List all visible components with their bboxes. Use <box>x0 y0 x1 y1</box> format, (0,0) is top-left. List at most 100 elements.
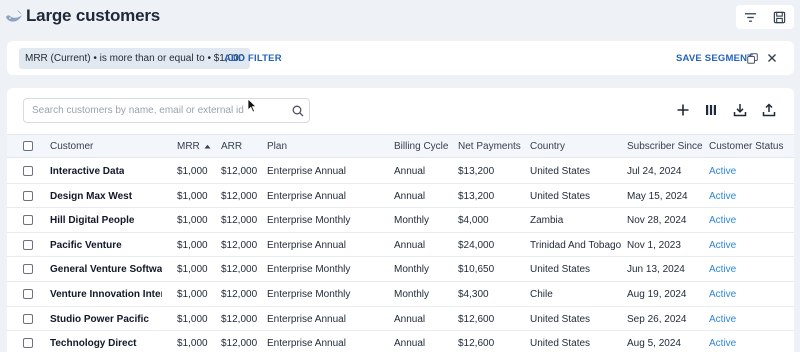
search-input[interactable] <box>24 99 284 122</box>
cell-customer[interactable]: Pacific Venture <box>50 240 122 251</box>
upload-icon <box>762 103 776 117</box>
page-header: Large customers <box>0 0 800 36</box>
col-net-payments[interactable]: Net Payments <box>458 141 521 152</box>
search-icon[interactable] <box>292 105 304 117</box>
page-title: Large customers <box>26 6 160 25</box>
col-mrr-label: MRR <box>177 141 200 152</box>
cell-customer[interactable]: Design Max West <box>50 191 132 202</box>
plus-icon <box>677 104 689 116</box>
upload-button[interactable] <box>757 98 781 122</box>
cell-billing-cycle: Monthly <box>394 215 430 227</box>
cell-country: Chile <box>530 289 553 300</box>
cell-billing-cycle: Monthly <box>394 264 430 276</box>
columns-icon <box>706 105 716 115</box>
row-checkbox[interactable] <box>23 215 33 226</box>
cell-country: Zambia <box>530 215 564 227</box>
col-country[interactable]: Country <box>530 141 565 152</box>
table-row[interactable]: Pacific Venture $1,000 $12,000 Enterprise A… <box>7 233 794 258</box>
header-actions <box>736 5 794 29</box>
cell-arr: $12,000 <box>221 239 258 251</box>
whale-logo-icon <box>6 10 22 22</box>
cell-mrr: $1,000 <box>177 166 208 177</box>
col-mrr[interactable]: MRR <box>177 141 211 152</box>
cell-plan: Enterprise Annual <box>267 313 346 325</box>
cell-net-payments: $10,650 <box>458 264 495 276</box>
cell-plan: Enterprise Annual <box>267 338 346 350</box>
row-checkbox[interactable] <box>23 264 33 275</box>
cell-country: United States <box>530 264 591 276</box>
add-filter-button[interactable]: ADD FILTER <box>224 53 282 64</box>
table-row[interactable]: Venture Innovation Inter... $1,000 $12,000… <box>7 282 794 307</box>
table-row[interactable]: Hill Digital People $1,000 $12,000 Enterpri… <box>7 208 794 233</box>
columns-button[interactable] <box>699 98 723 122</box>
close-icon[interactable] <box>767 53 777 63</box>
row-checkbox[interactable] <box>23 338 33 349</box>
cell-customer-status: Active <box>709 239 737 251</box>
cell-customer[interactable]: Studio Power Pacific <box>50 314 149 325</box>
save-disk-icon <box>773 11 786 23</box>
cell-mrr: $1,000 <box>177 313 208 325</box>
table-row[interactable]: Interactive Data $1,000 $12,000 Enterprise … <box>7 159 794 184</box>
table-row[interactable]: Studio Power Pacific $1,000 $12,000 Enterpr… <box>7 307 794 332</box>
cell-customer-status: Active <box>709 166 737 177</box>
table-toolbar <box>671 98 783 122</box>
row-checkbox[interactable] <box>23 239 33 250</box>
col-arr[interactable]: ARR <box>221 141 242 152</box>
cell-net-payments: $12,600 <box>458 313 495 325</box>
col-customer-status[interactable]: Customer Status <box>709 141 783 152</box>
cell-customer[interactable]: Technology Direct <box>50 338 137 349</box>
cell-country: Trinidad And Tobago <box>530 239 622 251</box>
cell-subscriber-since: Jun 13, 2024 <box>627 264 685 276</box>
select-all-checkbox[interactable] <box>23 141 33 151</box>
save-segment-button[interactable]: SAVE SEGMENT <box>676 53 753 64</box>
filter-chip[interactable]: MRR (Current) • is more than or equal to… <box>19 48 251 69</box>
save-view-button[interactable] <box>768 6 792 28</box>
row-checkbox[interactable] <box>23 166 33 176</box>
cell-customer[interactable]: General Venture Software <box>50 264 162 275</box>
cell-mrr: $1,000 <box>177 215 208 227</box>
cell-plan: Enterprise Annual <box>267 239 346 251</box>
cell-plan: Enterprise Monthly <box>267 289 351 300</box>
cell-subscriber-since: Aug 19, 2024 <box>627 289 687 300</box>
cell-plan: Enterprise Monthly <box>267 264 351 276</box>
cell-customer[interactable]: Interactive Data <box>50 166 124 177</box>
cell-arr: $12,000 <box>221 190 258 202</box>
cell-mrr: $1,000 <box>177 190 208 202</box>
cell-country: United States <box>530 338 591 350</box>
row-checkbox[interactable] <box>23 289 33 299</box>
filter-bar: MRR (Current) • is more than or equal to… <box>7 41 794 75</box>
cell-customer-status: Active <box>709 289 737 300</box>
filter-button[interactable] <box>739 6 763 28</box>
col-customer[interactable]: Customer <box>50 141 93 152</box>
cell-subscriber-since: May 15, 2024 <box>627 190 688 202</box>
cell-net-payments: $4,300 <box>458 289 489 300</box>
cell-customer-status: Active <box>709 215 737 227</box>
cell-arr: $12,000 <box>221 166 258 177</box>
row-checkbox[interactable] <box>23 190 33 201</box>
download-icon <box>733 104 747 117</box>
filter-lines-icon <box>744 12 757 22</box>
cell-plan: Enterprise Annual <box>267 166 346 177</box>
table-row[interactable]: Design Max West $1,000 $12,000 Enterprise A… <box>7 184 794 209</box>
cell-plan: Enterprise Monthly <box>267 215 351 227</box>
table-row[interactable]: General Venture Software $1,000 $12,000 Ent… <box>7 257 794 282</box>
row-checkbox[interactable] <box>23 313 33 324</box>
add-customer-button[interactable] <box>671 98 695 122</box>
col-billing-cycle[interactable]: Billing Cycle <box>394 141 448 152</box>
table-row[interactable]: Technology Direct $1,000 $12,000 Enterprise… <box>7 331 794 352</box>
cell-country: United States <box>530 166 591 177</box>
cell-billing-cycle: Annual <box>394 313 426 325</box>
cell-billing-cycle: Annual <box>394 338 426 350</box>
cell-arr: $12,000 <box>221 338 258 350</box>
col-subscriber-since[interactable]: Subscriber Since <box>627 141 703 152</box>
col-plan[interactable]: Plan <box>267 141 287 152</box>
cell-customer[interactable]: Venture Innovation Inter... <box>50 289 162 300</box>
sort-ascending-icon <box>204 144 211 149</box>
cell-net-payments: $13,200 <box>458 190 495 202</box>
cell-customer[interactable]: Hill Digital People <box>50 215 134 226</box>
download-button[interactable] <box>728 98 752 122</box>
copy-icon[interactable] <box>747 53 758 64</box>
cell-mrr: $1,000 <box>177 289 208 300</box>
cell-arr: $12,000 <box>221 264 258 276</box>
cell-net-payments: $13,200 <box>458 166 495 177</box>
